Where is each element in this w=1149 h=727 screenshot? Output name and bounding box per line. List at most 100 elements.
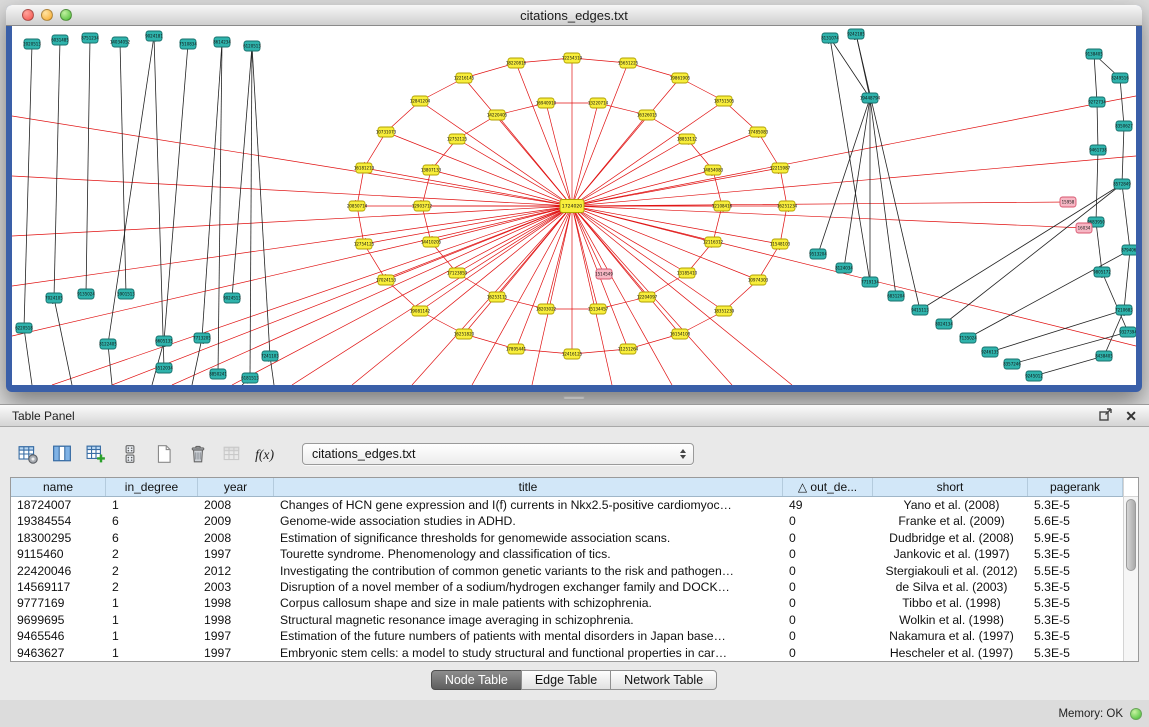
citation-edge-black[interactable] <box>870 98 896 296</box>
network-canvas[interactable]: 1724020162512341221598717485083187515051… <box>12 26 1136 385</box>
citation-edge-black[interactable] <box>164 44 188 341</box>
graph-node[interactable]: 8131074 <box>821 33 839 43</box>
new-table-icon[interactable] <box>150 442 177 466</box>
graph-node[interactable]: 16326015 <box>637 110 658 120</box>
graph-node[interactable]: 9415113 <box>911 305 929 315</box>
select-rows-icon[interactable] <box>116 442 143 466</box>
graph-node[interactable]: 12215987 <box>770 163 791 173</box>
graph-node[interactable]: 17485083 <box>748 127 769 137</box>
citation-edge-red[interactable] <box>232 206 572 385</box>
graph-node[interactable]: 8357246 <box>1003 359 1021 369</box>
graph-node[interactable]: 13220714 <box>588 98 609 108</box>
graph-node[interactable]: 18203022 <box>536 304 557 314</box>
table-row[interactable]: 1872400712008Changes of HCN gene express… <box>11 497 1123 513</box>
column-header-short[interactable]: short <box>873 478 1028 496</box>
graph-node[interactable]: 12254319 <box>562 53 583 63</box>
table-row[interactable]: 1830029562008Estimation of significance … <box>11 530 1123 546</box>
graph-node[interactable]: 9242185 <box>847 29 865 39</box>
citation-edge-black[interactable] <box>1096 222 1102 272</box>
citation-edge-red[interactable] <box>572 206 604 274</box>
citation-edge-red[interactable] <box>572 206 780 244</box>
graph-node[interactable]: 8751234 <box>81 33 99 43</box>
citation-edge-black[interactable] <box>250 46 252 378</box>
graph-node[interactable]: 14034052 <box>110 37 131 47</box>
citation-edge-red[interactable] <box>780 206 787 244</box>
graph-node[interactable]: 10974303 <box>748 275 769 285</box>
graph-node[interactable]: 13185410 <box>677 268 698 278</box>
column-header-year[interactable]: year <box>198 478 274 496</box>
table-row[interactable]: 911546021997Tourette syndrome. Phenomeno… <box>11 546 1123 562</box>
column-header-in_degree[interactable]: in_degree <box>106 478 198 496</box>
graph-node[interactable]: 8350627 <box>1115 121 1133 131</box>
graph-node[interactable]: 16154108 <box>670 329 691 339</box>
citation-edge-black[interactable] <box>192 338 202 385</box>
graph-node[interactable]: 6831204 <box>887 291 905 301</box>
citation-edge-black[interactable] <box>1102 272 1128 332</box>
table-column-settings-icon[interactable] <box>14 442 41 466</box>
graph-node[interactable]: 8850241 <box>209 369 227 379</box>
graph-node[interactable]: 12903712 <box>412 201 433 211</box>
graph-node[interactable]: 8249516 <box>1111 73 1129 83</box>
citation-edge-black[interactable] <box>86 38 90 294</box>
graph-node[interactable]: 12416125 <box>562 349 583 359</box>
citation-edge-black[interactable] <box>24 328 32 385</box>
graph-node[interactable]: 18853112 <box>677 134 698 144</box>
graph-node[interactable]: 5901513 <box>117 289 135 299</box>
citation-edge-black[interactable] <box>830 38 870 282</box>
network-window[interactable]: citations_edges.txt 17240201625123412215… <box>6 5 1142 392</box>
graph-node[interactable]: 7024105 <box>45 293 63 303</box>
citation-edge-black[interactable] <box>968 250 1130 338</box>
citation-edge-red[interactable] <box>572 206 792 385</box>
citation-edge-red[interactable] <box>12 206 572 336</box>
graph-node[interactable]: 1514549 <box>595 269 613 279</box>
graph-node[interactable]: 8438405 <box>1095 351 1113 361</box>
panel-splitter[interactable] <box>0 392 1149 404</box>
citation-edge-red[interactable] <box>572 202 1068 206</box>
graph-node[interactable]: 12116312 <box>703 237 724 247</box>
tab-network-table[interactable]: Network Table <box>610 670 717 690</box>
citation-edge-black[interactable] <box>154 36 164 368</box>
citation-edge-red[interactable] <box>572 63 628 206</box>
graph-node[interactable]: 12752125 <box>447 134 468 144</box>
graph-node[interactable]: 16034 <box>1076 223 1092 233</box>
citation-edge-black[interactable] <box>54 40 60 298</box>
tab-node-table[interactable]: Node Table <box>431 670 522 690</box>
graph-node[interactable]: 9138405 <box>1085 49 1103 59</box>
graph-node[interactable]: 13807133 <box>421 165 442 175</box>
graph-node[interactable]: 9272734 <box>1088 97 1106 107</box>
graph-node[interactable]: 6220518 <box>15 323 33 333</box>
citation-edge-black[interactable] <box>856 34 920 310</box>
table-row[interactable]: 946554611997Estimation of the future num… <box>11 628 1123 644</box>
citation-edge-red[interactable] <box>572 206 1136 346</box>
citation-edge-black[interactable] <box>1120 78 1124 126</box>
graph-node[interactable]: 8024134 <box>935 319 953 329</box>
graph-node[interactable]: 6120513 <box>243 41 261 51</box>
graph-node[interactable]: 19861905 <box>670 73 691 83</box>
citation-edge-red[interactable] <box>431 206 572 242</box>
graph-node[interactable]: 8572849 <box>1113 179 1131 189</box>
table-select-combo[interactable]: citations_edges.txt <box>302 443 694 465</box>
citation-edge-red[interactable] <box>12 116 572 206</box>
graph-node[interactable]: 9513204 <box>809 249 827 259</box>
graph-node[interactable]: 9327394 <box>1119 327 1136 337</box>
function-builder-icon[interactable]: f(x) <box>252 442 279 466</box>
tab-edge-table[interactable]: Edge Table <box>521 670 611 690</box>
citation-edge-red[interactable] <box>357 168 364 206</box>
table-row[interactable]: 1456911722003Disruption of a novel membe… <box>11 579 1123 595</box>
minimize-window-button[interactable] <box>41 9 53 21</box>
graph-node[interactable]: 7210683 <box>1115 305 1133 315</box>
graph-node[interactable]: 9135024 <box>77 289 95 299</box>
graph-node[interactable]: 16251820 <box>454 329 475 339</box>
graph-node[interactable]: 15958 <box>1060 197 1076 207</box>
graph-node[interactable]: 9461738 <box>1089 145 1107 155</box>
graph-node[interactable]: 12204097 <box>637 292 658 302</box>
float-panel-icon[interactable] <box>1099 408 1113 424</box>
graph-node[interactable]: 19448794 <box>860 93 881 103</box>
table-row[interactable]: 977716911998Corpus callosum shape and si… <box>11 595 1123 611</box>
citation-edge-black[interactable] <box>24 44 32 328</box>
citation-edge-black[interactable] <box>1094 54 1097 102</box>
network-graph[interactable]: 1724020162512341221598717485083187515051… <box>12 26 1136 385</box>
graph-node[interactable]: 14410205 <box>421 237 442 247</box>
graph-node[interactable]: 18751505 <box>714 96 735 106</box>
citation-edge-red[interactable] <box>457 139 572 206</box>
